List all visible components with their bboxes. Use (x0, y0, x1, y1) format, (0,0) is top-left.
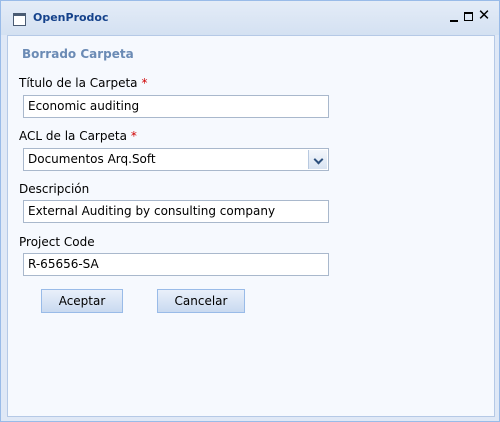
panel-title: Borrado Carpeta (22, 47, 134, 61)
accept-button[interactable]: Aceptar (41, 289, 123, 313)
acl-selected-value: Documentos Arq.Soft (28, 152, 156, 166)
title-bar[interactable]: OpenProdoc ✕ (1, 1, 499, 35)
required-mark: * (130, 129, 137, 143)
project-code-label: Project Code (19, 235, 95, 249)
maximize-icon[interactable] (462, 9, 476, 25)
folder-title-input[interactable] (23, 95, 329, 118)
close-icon[interactable]: ✕ (477, 7, 491, 23)
window-title: OpenProdoc (33, 11, 109, 24)
cancel-button[interactable]: Cancelar (157, 289, 245, 313)
required-mark: * (141, 76, 148, 90)
description-input[interactable] (23, 200, 329, 223)
minimize-icon[interactable] (447, 9, 461, 25)
acl-label: ACL de la Carpeta * (19, 129, 137, 143)
acl-select[interactable]: Documentos Arq.Soft (23, 148, 329, 171)
project-code-input[interactable] (23, 253, 329, 276)
description-label: Descripción (19, 182, 90, 196)
chevron-down-icon[interactable] (308, 150, 327, 169)
dialog-window: OpenProdoc ✕ Borrado Carpeta Título de l… (0, 0, 500, 422)
window-icon (13, 13, 26, 26)
form-panel: Borrado Carpeta Título de la Carpeta* AC… (7, 35, 495, 417)
folder-title-label: Título de la Carpeta * (19, 76, 148, 90)
